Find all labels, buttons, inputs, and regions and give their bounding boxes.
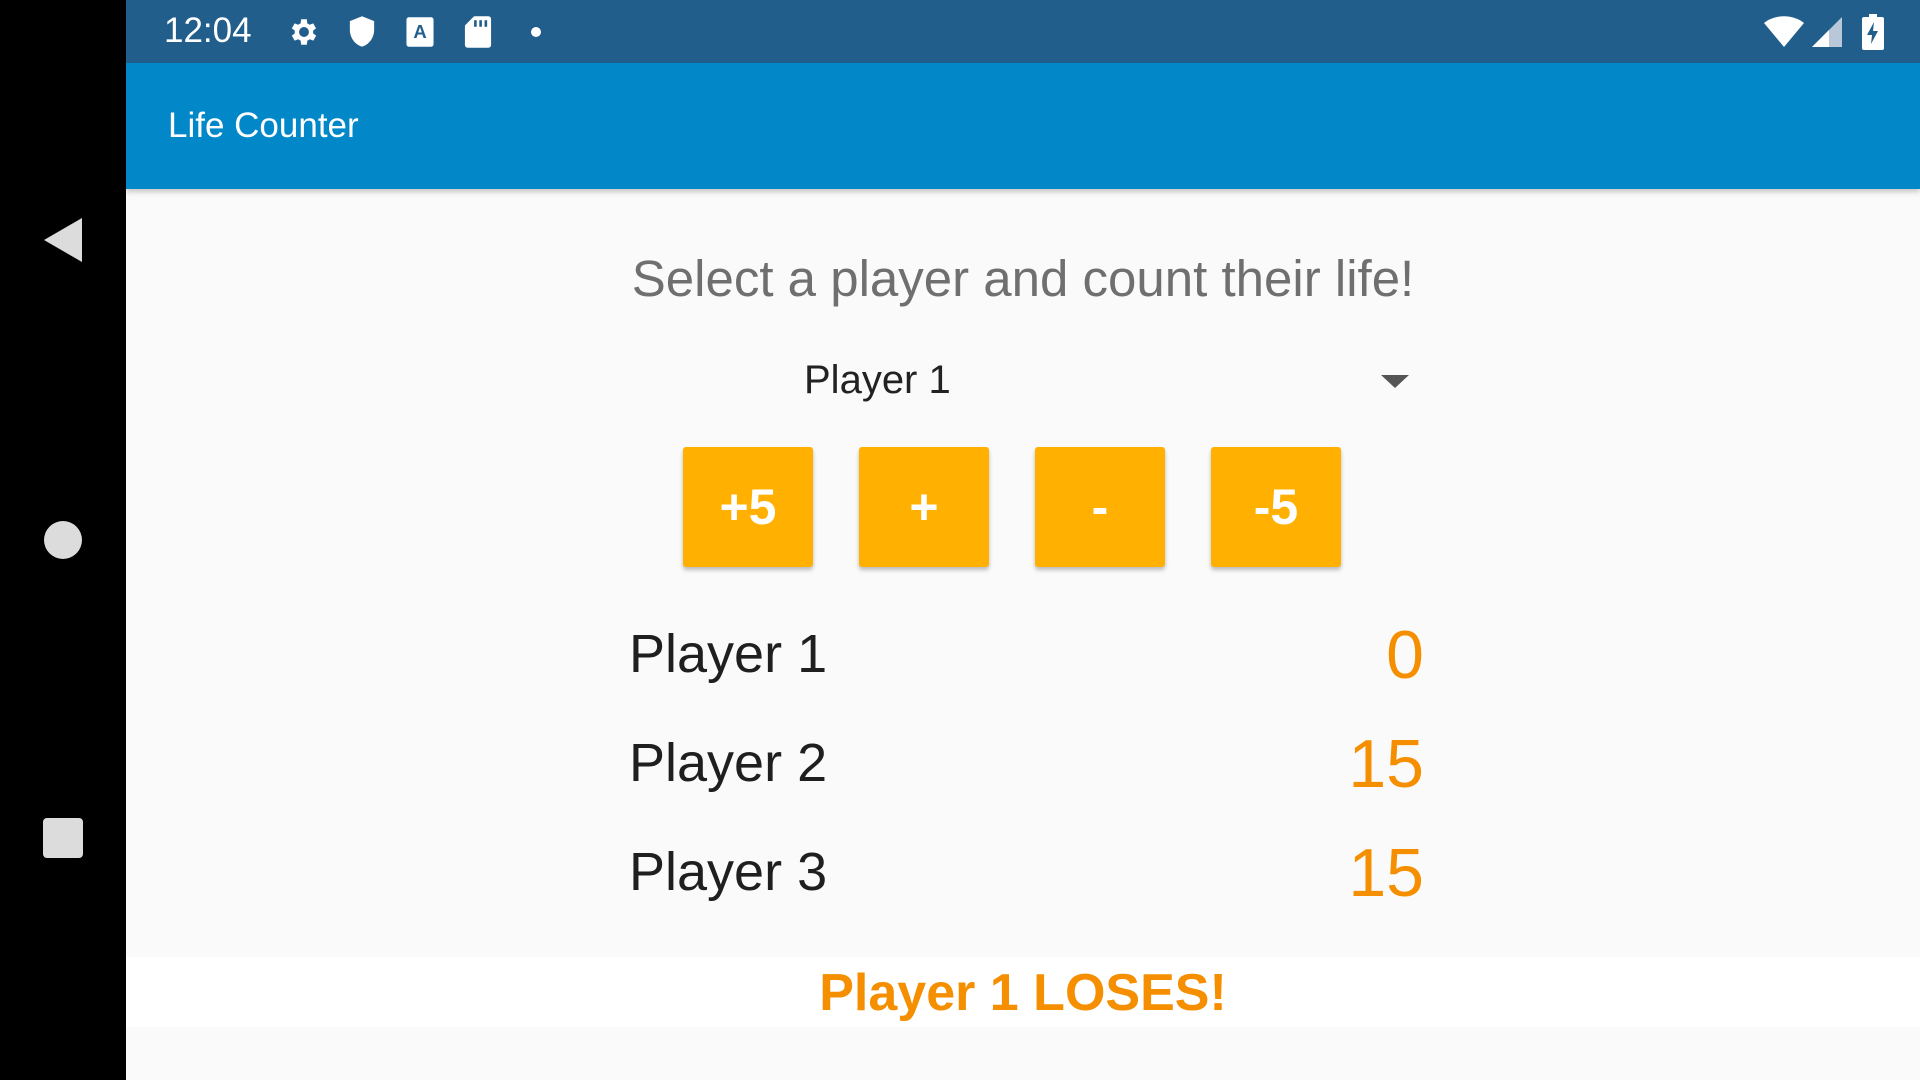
status-bar: 12:04 A <box>126 0 1920 63</box>
svg-text:A: A <box>413 21 426 42</box>
shield-icon <box>344 14 380 50</box>
signal-icon <box>1810 14 1844 50</box>
minus-five-button[interactable]: -5 <box>1211 447 1341 567</box>
dropdown-arrow-icon <box>1381 375 1409 388</box>
plus-five-button[interactable]: +5 <box>683 447 813 567</box>
app-bar: Life Counter <box>126 63 1920 189</box>
status-time: 12:04 <box>164 11 252 50</box>
back-button[interactable] <box>0 210 126 270</box>
player-life: 0 <box>1386 617 1424 693</box>
app-title: Life Counter <box>168 106 359 145</box>
minus-one-button[interactable]: - <box>1035 447 1165 567</box>
home-icon <box>44 521 82 559</box>
navigation-bar <box>0 0 126 1080</box>
sd-card-icon <box>460 14 496 50</box>
home-button[interactable] <box>0 510 126 570</box>
loser-message: Player 1 LOSES! <box>819 964 1227 1022</box>
player-name: Player 1 <box>629 624 828 684</box>
a-notification-icon: A <box>402 14 438 50</box>
recents-button[interactable] <box>0 808 126 868</box>
recents-icon <box>43 818 83 858</box>
loser-banner: Player 1 LOSES! <box>126 957 1920 1027</box>
main-content: Select a player and count their life! Pl… <box>126 189 1920 1080</box>
player-life: 15 <box>1348 835 1424 911</box>
player-dropdown[interactable]: Player 1 <box>681 342 1451 422</box>
dot-icon <box>518 14 554 50</box>
player-row: Player 3 15 <box>629 823 1424 923</box>
plus-one-button[interactable]: + <box>859 447 989 567</box>
wifi-icon <box>1762 14 1806 50</box>
gear-icon <box>286 14 322 50</box>
instruction-text: Select a player and count their life! <box>631 250 1415 307</box>
player-row: Player 2 15 <box>629 714 1424 814</box>
player-dropdown-value: Player 1 <box>804 358 951 402</box>
battery-charging-icon <box>1858 14 1888 50</box>
player-row: Player 1 0 <box>629 605 1424 705</box>
back-icon <box>44 218 82 262</box>
player-name: Player 2 <box>629 733 828 793</box>
player-life: 15 <box>1348 726 1424 802</box>
player-name: Player 3 <box>629 842 828 902</box>
